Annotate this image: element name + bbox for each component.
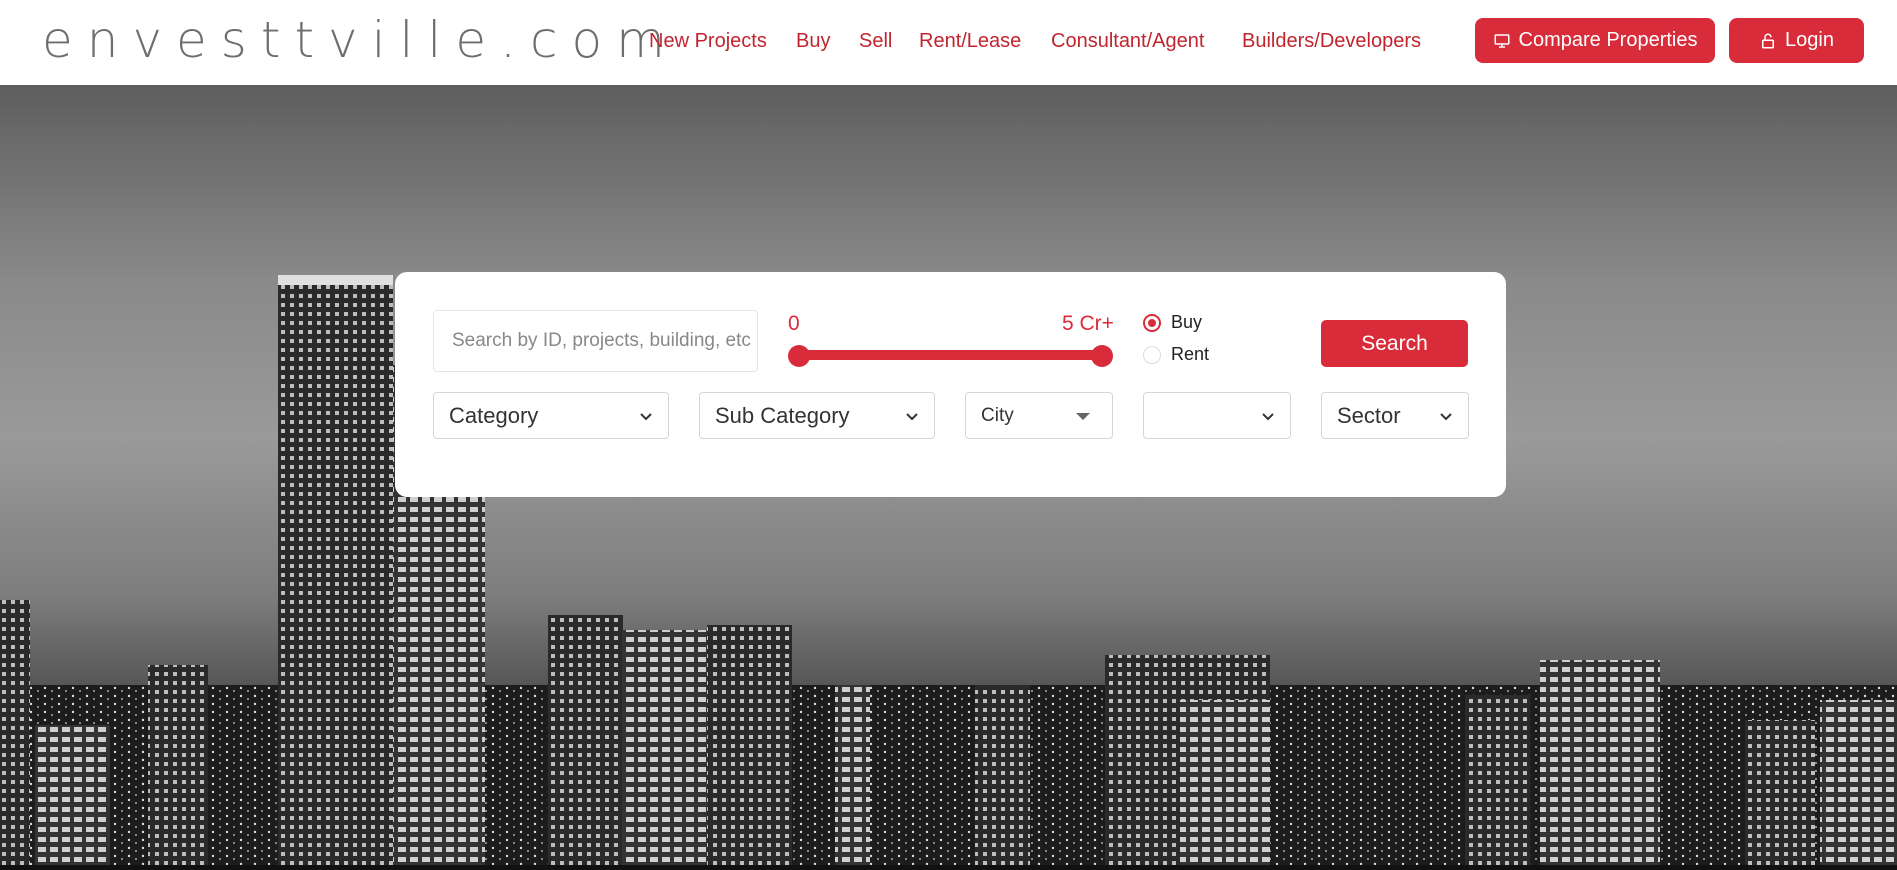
price-range-min-handle[interactable]	[788, 345, 810, 367]
property-search-input[interactable]	[433, 310, 758, 372]
radio-buy[interactable]: Buy	[1143, 312, 1202, 333]
nav-buy[interactable]: Buy	[796, 29, 830, 53]
nav-builders-developers[interactable]: Builders/Developers	[1242, 29, 1421, 53]
category-select[interactable]: Category	[433, 392, 669, 439]
nav-sell[interactable]: Sell	[859, 29, 892, 53]
radio-buy-indicator	[1143, 313, 1161, 332]
category-select-value: Category	[449, 402, 539, 428]
radio-rent-indicator	[1143, 345, 1161, 364]
radio-buy-label: Buy	[1171, 312, 1203, 332]
chevron-down-icon	[1440, 413, 1452, 421]
sub-category-select[interactable]: Sub Category	[699, 392, 935, 439]
monitor-icon	[1494, 33, 1510, 48]
city-select-value: City	[981, 404, 1014, 426]
price-range-max-handle[interactable]	[1091, 345, 1113, 367]
page-bottom-edge	[0, 865, 1897, 870]
chevron-down-icon	[1262, 413, 1274, 421]
property-search-panel: 0 5 Cr+ Buy Rent Search Category Sub Cat…	[395, 272, 1506, 497]
nav-consultant-agent[interactable]: Consultant/Agent	[1051, 29, 1204, 53]
search-button[interactable]: Search	[1321, 320, 1468, 367]
unlabeled-select[interactable]	[1143, 392, 1291, 439]
radio-rent[interactable]: Rent	[1143, 344, 1209, 365]
nav-rent-lease[interactable]: Rent/Lease	[919, 29, 1021, 53]
compare-properties-button[interactable]: Compare Properties	[1475, 18, 1715, 63]
nav-new-projects[interactable]: New Projects	[649, 29, 767, 53]
sector-select[interactable]: Sector	[1321, 392, 1469, 439]
sector-select-value: Sector	[1337, 402, 1401, 428]
price-range-max-label: 5 Cr+	[1062, 312, 1114, 335]
compare-properties-label: Compare Properties	[1518, 29, 1698, 51]
city-select[interactable]: City	[965, 392, 1113, 439]
site-logo[interactable]: envesttville.com	[42, 10, 679, 70]
caret-down-icon	[1076, 413, 1090, 420]
radio-rent-label: Rent	[1171, 344, 1210, 364]
lock-icon	[1762, 33, 1775, 48]
price-range-track	[797, 350, 1102, 360]
price-range-min-label: 0	[788, 312, 800, 335]
chevron-down-icon	[906, 413, 918, 421]
login-label: Login	[1785, 29, 1834, 51]
chevron-down-icon	[640, 413, 652, 421]
site-header: envesttville.com New Projects Buy Sell R…	[0, 0, 1897, 85]
login-button[interactable]: Login	[1729, 18, 1864, 63]
sub-category-select-value: Sub Category	[715, 402, 850, 428]
